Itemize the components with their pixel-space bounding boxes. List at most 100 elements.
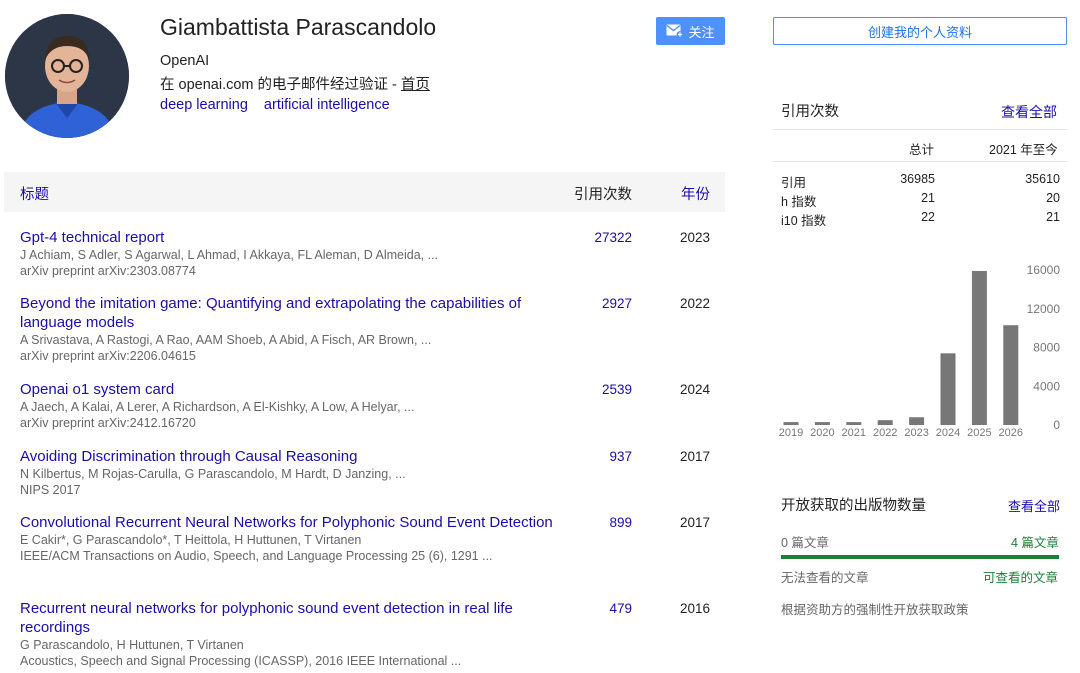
divider	[773, 161, 1067, 162]
article-authors: A Srivastava, A Rastogi, A Rao, AAM Shoe…	[20, 333, 432, 347]
article-row: Convolutional Recurrent Neural Networks …	[20, 513, 720, 564]
article-year: 2023	[680, 230, 711, 245]
profile-name: Giambattista Parascandolo	[160, 14, 437, 40]
profile-email-verification: 在 openai.com 的电子邮件经过验证 - 首页	[160, 73, 430, 94]
article-year: 2022	[680, 296, 711, 311]
x-tick-label: 2025	[967, 427, 991, 439]
histogram-bar[interactable]	[971, 270, 987, 425]
create-profile-button[interactable]: 创建我的个人资料	[773, 17, 1067, 45]
histogram-bar[interactable]	[909, 417, 925, 425]
histogram-bar[interactable]	[783, 422, 799, 425]
follow-label: 关注	[688, 24, 715, 40]
citations-row-label[interactable]: 引用	[781, 172, 806, 191]
citations-row: i10 指数 22 21	[781, 210, 1061, 228]
histogram-bar[interactable]	[877, 420, 893, 425]
article-venue: NIPS 2017	[20, 483, 81, 497]
article-row: Avoiding Discrimination through Causal R…	[20, 447, 720, 498]
email-text: 在 openai.com 的电子邮件经过验证 -	[160, 77, 401, 93]
citations-row-all: 36985	[900, 172, 935, 186]
sort-by-title-header[interactable]: 标题	[20, 183, 49, 204]
citations-row-label[interactable]: h 指数	[781, 191, 816, 210]
x-tick-label: 2022	[873, 427, 897, 439]
article-title[interactable]: Convolutional Recurrent Neural Networks …	[20, 513, 560, 532]
article-venue: arXiv preprint arXiv:2412.16720	[20, 416, 196, 430]
follow-button[interactable]: 关注	[656, 17, 725, 45]
profile-affiliation: OpenAI	[160, 53, 210, 69]
x-tick-label: 2026	[999, 427, 1023, 439]
citations-row: h 指数 21 20	[781, 191, 1061, 209]
unavailable-articles-count[interactable]: 0 篇文章	[781, 532, 829, 551]
histogram-bar[interactable]	[940, 353, 956, 425]
interest-link[interactable]: deep learning	[160, 97, 248, 113]
article-row: Recurrent neural networks for polyphonic…	[20, 599, 720, 669]
articles-table-header: 标题 引用次数 年份	[4, 172, 725, 212]
citations-row-since: 35610	[1025, 172, 1060, 186]
article-title[interactable]: Beyond the imitation game: Quantifying a…	[20, 294, 560, 332]
histogram-bar[interactable]	[846, 422, 862, 425]
homepage-link[interactable]: 首页	[401, 77, 430, 93]
open-access-title: 开放获取的出版物数量	[781, 498, 926, 514]
citations-row: 引用 36985 35610	[781, 172, 1061, 190]
citations-col-all: 总计	[909, 143, 935, 157]
x-tick-label: 2020	[810, 427, 834, 439]
y-tick-label: 8000	[1033, 341, 1060, 355]
citations-col-since: 2021 年至今	[989, 143, 1058, 157]
citations-row-label[interactable]: i10 指数	[781, 210, 826, 229]
histogram-bar[interactable]	[814, 422, 830, 425]
y-tick-label: 12000	[1027, 302, 1061, 316]
article-cited-by[interactable]: 937	[560, 447, 632, 466]
article-cited-by[interactable]: 479	[560, 599, 632, 618]
interest-link[interactable]: artificial intelligence	[264, 97, 390, 113]
citations-view-all-link[interactable]: 查看全部	[1001, 102, 1057, 122]
article-title[interactable]: Gpt-4 technical report	[20, 228, 560, 247]
x-tick-label: 2023	[904, 427, 928, 439]
article-cited-by[interactable]: 2539	[560, 380, 632, 399]
y-tick-label: 0	[1053, 418, 1060, 432]
article-title[interactable]: Avoiding Discrimination through Causal R…	[20, 447, 560, 466]
citations-row-all: 21	[921, 191, 935, 205]
citations-row-all: 22	[921, 210, 935, 224]
funder-mandate-text: 根据资助方的强制性开放获取政策	[781, 603, 969, 617]
article-year: 2016	[680, 601, 711, 616]
article-venue: arXiv preprint arXiv:2206.04615	[20, 349, 196, 363]
article-title[interactable]: Openai o1 system card	[20, 380, 560, 399]
sort-by-year-header[interactable]: 年份	[681, 183, 710, 204]
divider	[773, 129, 1067, 130]
article-cited-by[interactable]: 899	[560, 513, 632, 532]
article-authors: J Achiam, S Adler, S Agarwal, L Ahmad, I…	[20, 248, 439, 262]
open-access-view-all-link[interactable]: 查看全部	[1008, 496, 1060, 515]
profile-interests: deep learning artificial intelligence	[160, 97, 402, 113]
article-year: 2017	[680, 515, 711, 530]
x-tick-label: 2024	[936, 427, 960, 439]
article-year: 2017	[680, 449, 711, 464]
x-tick-label: 2019	[779, 427, 803, 439]
article-venue: Acoustics, Speech and Signal Processing …	[20, 654, 462, 668]
article-authors: E Cakir*, G Parascandolo*, T Heittola, H…	[20, 533, 362, 547]
profile-avatar	[5, 14, 129, 138]
mail-plus-icon	[666, 24, 684, 38]
article-venue: arXiv preprint arXiv:2303.08774	[20, 264, 196, 278]
open-access-bar	[781, 555, 1059, 559]
unavailable-articles-label: 无法查看的文章	[781, 571, 869, 585]
histogram-bar[interactable]	[1003, 325, 1019, 425]
article-authors: N Kilbertus, M Rojas-Carulla, G Parascan…	[20, 467, 406, 481]
article-cited-by[interactable]: 27322	[560, 228, 632, 247]
article-authors: G Parascandolo, H Huttunen, T Virtanen	[20, 638, 244, 652]
article-row: Beyond the imitation game: Quantifying a…	[20, 294, 720, 364]
available-articles-count[interactable]: 4 篇文章	[1011, 532, 1059, 551]
article-cited-by[interactable]: 2927	[560, 294, 632, 313]
article-venue: IEEE/ACM Transactions on Audio, Speech, …	[20, 549, 493, 563]
x-tick-label: 2021	[842, 427, 866, 439]
available-articles-label: 可查看的文章	[983, 571, 1059, 585]
article-year: 2024	[680, 382, 711, 397]
article-row: Openai o1 system card A Jaech, A Kalai, …	[20, 380, 720, 431]
article-title[interactable]: Recurrent neural networks for polyphonic…	[20, 599, 560, 637]
y-tick-label: 16000	[1027, 263, 1061, 277]
article-authors: A Jaech, A Kalai, A Lerer, A Richardson,…	[20, 400, 415, 414]
citations-row-since: 20	[1046, 191, 1060, 205]
article-row: Gpt-4 technical report J Achiam, S Adler…	[20, 228, 720, 279]
citations-title: 引用次数	[781, 104, 839, 120]
y-tick-label: 4000	[1033, 379, 1060, 393]
citations-per-year-chart: 16000 12000 8000 4000 0 2019 2020 2021 2022 2023 2…	[779, 263, 1061, 439]
citations-row-since: 21	[1046, 210, 1060, 224]
